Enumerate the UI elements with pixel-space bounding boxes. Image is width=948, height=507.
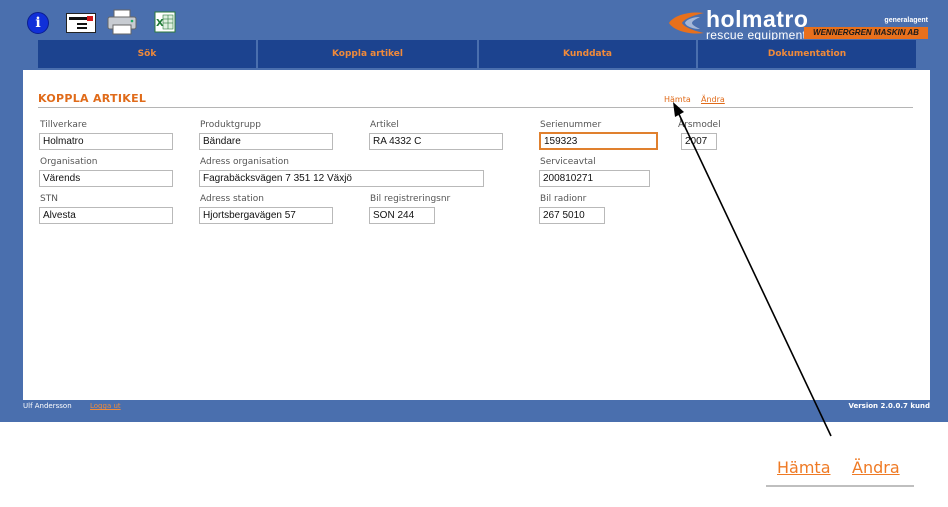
- bil-radionr-field[interactable]: 267 5010: [539, 207, 605, 224]
- content-panel: KOPPLA ARTIKEL Hämta Ändra Tillverkare H…: [23, 70, 930, 400]
- artikel-label: Artikel: [370, 120, 399, 130]
- adress-organisation-label: Adress organisation: [200, 157, 289, 167]
- arsmodel-label: Årsmodel: [678, 120, 721, 130]
- bil-registreringsnr-field[interactable]: SON 244: [369, 207, 435, 224]
- bil-registreringsnr-label: Bil registreringsnr: [370, 194, 451, 204]
- produktgrupp-field[interactable]: Bändare: [199, 133, 333, 150]
- dealer-band: WENNERGREN MASKIN AB: [804, 27, 928, 39]
- hamta-link[interactable]: Hämta: [664, 95, 691, 104]
- title-divider: [38, 107, 913, 108]
- page-title: KOPPLA ARTIKEL: [38, 92, 147, 105]
- stn-field[interactable]: Alvesta: [39, 207, 173, 224]
- andra-link[interactable]: Ändra: [701, 95, 725, 104]
- stn-label: STN: [40, 194, 58, 204]
- info-icon[interactable]: i: [27, 12, 49, 34]
- tab-koppla-artikel[interactable]: Koppla artikel: [258, 40, 479, 68]
- produktgrupp-label: Produktgrupp: [200, 120, 261, 130]
- artikel-field[interactable]: RA 4332 C: [369, 133, 503, 150]
- arsmodel-field[interactable]: 2007: [681, 133, 717, 150]
- version-label: Version 2.0.0.7 kund: [848, 402, 930, 410]
- card-icon[interactable]: [66, 13, 96, 33]
- footer-user-name: Ulf Andersson: [23, 402, 72, 410]
- zoom-divider: [766, 485, 914, 487]
- logout-link[interactable]: Logga ut: [90, 402, 121, 410]
- serienummer-field[interactable]: 159323: [539, 132, 658, 150]
- adress-organisation-field[interactable]: Fagrabäcksvägen 7 351 12 Växjö: [199, 170, 484, 187]
- tab-dokumentation[interactable]: Dokumentation: [698, 40, 916, 68]
- zoom-callout: Hämta Ändra: [766, 458, 914, 488]
- logo-generalagent: generalagent: [884, 17, 928, 24]
- holmatro-logo: holmatro rescue equipment generalagent W…: [666, 7, 930, 42]
- adress-station-label: Adress station: [200, 194, 264, 204]
- tab-kunddata[interactable]: Kunddata: [479, 40, 698, 68]
- serviceavtal-label: Serviceavtal: [540, 157, 596, 167]
- printer-icon[interactable]: [106, 9, 138, 35]
- bil-radionr-label: Bil radionr: [540, 194, 587, 204]
- organisation-field[interactable]: Värends: [39, 170, 173, 187]
- main-nav: Sök Koppla artikel Kunddata Dokumentatio…: [38, 40, 916, 68]
- tillverkare-field[interactable]: Holmatro: [39, 133, 173, 150]
- serienummer-label: Serienummer: [540, 120, 602, 130]
- serviceavtal-field[interactable]: 200810271: [539, 170, 650, 187]
- zoom-hamta-link[interactable]: Hämta: [777, 458, 831, 477]
- excel-icon[interactable]: X: [154, 11, 176, 33]
- organisation-label: Organisation: [40, 157, 98, 167]
- adress-station-field[interactable]: Hjortsbergavägen 57: [199, 207, 333, 224]
- tab-sok[interactable]: Sök: [38, 40, 258, 68]
- svg-text:X: X: [156, 18, 164, 29]
- zoom-andra-link[interactable]: Ändra: [852, 458, 900, 477]
- tillverkare-label: Tillverkare: [40, 120, 87, 130]
